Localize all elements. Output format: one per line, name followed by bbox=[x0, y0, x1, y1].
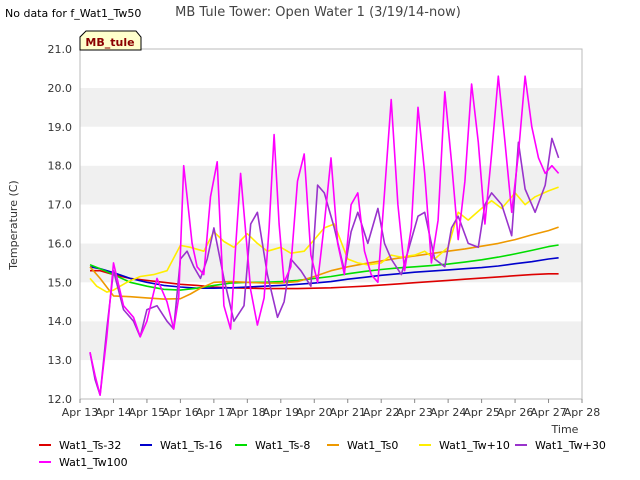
legend-label: Wat1_Tw+10 bbox=[439, 439, 510, 452]
legend-item[interactable]: Wat1_Ts0 bbox=[327, 439, 398, 452]
x-tick-label: Apr 19 bbox=[263, 406, 300, 419]
x-tick-label: Apr 23 bbox=[396, 406, 433, 419]
x-tick-label: Apr 14 bbox=[95, 406, 132, 419]
x-tick-label: Apr 18 bbox=[229, 406, 266, 419]
y-tick-label: 15.0 bbox=[48, 276, 73, 289]
y-tick-label: 14.0 bbox=[48, 315, 73, 328]
x-tick-label: Apr 26 bbox=[497, 406, 534, 419]
x-tick-label: Apr 22 bbox=[363, 406, 400, 419]
legend-label: Wat1_Tw100 bbox=[59, 456, 128, 469]
grid-band bbox=[80, 204, 582, 244]
grid-bands bbox=[80, 49, 582, 399]
legend-label: Wat1_Ts-32 bbox=[59, 439, 121, 452]
legend: Wat1_Ts-32 Wat1_Ts-16 Wat1_Ts-8 Wat1_Ts0 Wat… bbox=[39, 439, 606, 469]
legend-item[interactable]: Wat1_Ts-16 bbox=[140, 439, 222, 452]
grid-band bbox=[80, 321, 582, 361]
legend-label: Wat1_Tw+30 bbox=[535, 439, 606, 452]
chart-title: MB Tule Tower: Open Water 1 (3/19/14-now… bbox=[175, 5, 461, 20]
x-tick-label: Apr 21 bbox=[329, 406, 366, 419]
y-axis-label: Temperature (C) bbox=[7, 180, 20, 270]
y-tick-label: 18.0 bbox=[48, 160, 73, 173]
x-tick-label: Apr 28 bbox=[564, 406, 601, 419]
station-tag-label: MB_tule bbox=[85, 36, 134, 49]
x-tick-label: Apr 13 bbox=[62, 406, 99, 419]
x-tick-label: Apr 16 bbox=[162, 406, 199, 419]
y-tick-label: 13.0 bbox=[48, 354, 73, 367]
x-tick-label: Apr 15 bbox=[129, 406, 166, 419]
x-axis-ticks: Apr 13Apr 14Apr 15Apr 16Apr 17Apr 18Apr … bbox=[62, 399, 601, 419]
x-tick-label: Apr 25 bbox=[463, 406, 500, 419]
grid-band bbox=[80, 165, 582, 205]
y-tick-label: 21.0 bbox=[48, 43, 73, 56]
legend-item[interactable]: Wat1_Ts-32 bbox=[39, 439, 121, 452]
station-tag[interactable]: MB_tule bbox=[79, 30, 142, 51]
y-tick-label: 20.0 bbox=[48, 82, 73, 95]
y-tick-label: 12.0 bbox=[48, 393, 73, 406]
x-tick-label: Apr 24 bbox=[430, 406, 467, 419]
line-chart: MB Tule Tower: Open Water 1 (3/19/14-now… bbox=[7, 5, 606, 469]
y-tick-label: 16.0 bbox=[48, 237, 73, 250]
y-tick-label: 19.0 bbox=[48, 121, 73, 134]
y-tick-label: 17.0 bbox=[48, 199, 73, 212]
legend-label: Wat1_Ts-16 bbox=[160, 439, 222, 452]
legend-item[interactable]: Wat1_Tw+10 bbox=[419, 439, 510, 452]
x-axis-label: Time bbox=[551, 423, 579, 436]
x-tick-label: Apr 27 bbox=[530, 406, 567, 419]
grid-band bbox=[80, 360, 582, 399]
x-tick-label: Apr 17 bbox=[196, 406, 233, 419]
legend-item[interactable]: Wat1_Tw100 bbox=[39, 456, 128, 469]
legend-item[interactable]: Wat1_Tw+30 bbox=[515, 439, 606, 452]
legend-label: Wat1_Ts-8 bbox=[255, 439, 310, 452]
legend-item[interactable]: Wat1_Ts-8 bbox=[235, 439, 310, 452]
legend-label: Wat1_Ts0 bbox=[347, 439, 398, 452]
grid-band bbox=[80, 49, 582, 88]
grid-band bbox=[80, 87, 582, 127]
y-axis-ticks: 12.0 13.0 14.0 15.0 16.0 17.0 18.0 19.0 20.0 21.0 bbox=[48, 43, 73, 406]
x-tick-label: Apr 20 bbox=[296, 406, 333, 419]
